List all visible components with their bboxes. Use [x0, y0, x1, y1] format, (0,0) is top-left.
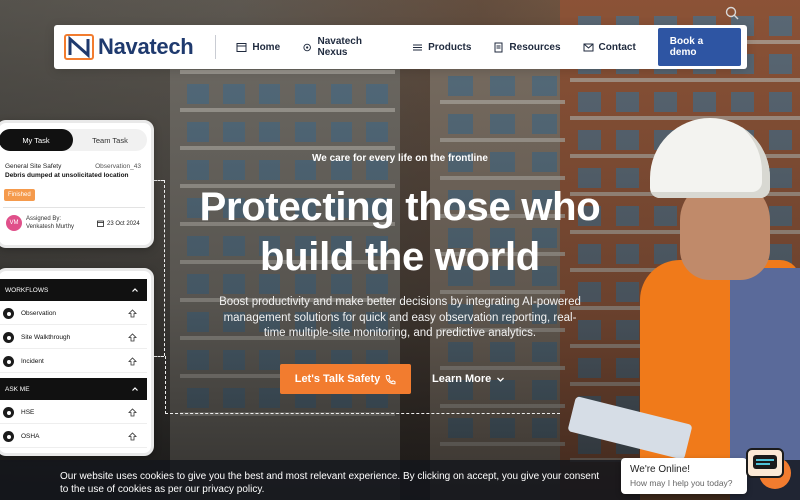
- workflows-header[interactable]: WORKFLOWS: [0, 279, 147, 301]
- menu-icon: [413, 44, 423, 50]
- workflow-icon: [3, 308, 14, 319]
- nav-item-home[interactable]: Home: [236, 42, 280, 53]
- tab-my-task[interactable]: My Task: [0, 129, 73, 151]
- ask-me-label: HSE: [21, 409, 35, 416]
- nav-item-contact[interactable]: Contact: [583, 42, 636, 53]
- status-badge: Finished: [4, 189, 35, 201]
- home-icon: [236, 42, 247, 52]
- chevron-down-icon: [497, 377, 505, 382]
- action-icon: [128, 432, 137, 441]
- assigned-by-name: Venkatesh Murthy: [26, 224, 75, 230]
- nav-label: Navatech Nexus: [317, 36, 362, 58]
- observation-description: Debris dumped at unsolicitated location: [5, 172, 129, 179]
- chat-popup[interactable]: We're Online! How may I help you today?: [621, 458, 747, 494]
- ask-me-item-osha[interactable]: OSHA: [0, 426, 147, 448]
- tab-team-task[interactable]: Team Task: [73, 129, 147, 151]
- action-icon: [128, 309, 137, 318]
- nav-item-navatech-nexus[interactable]: Navatech Nexus: [302, 36, 390, 58]
- assigned-by-label: Assigned By:: [26, 216, 62, 222]
- main-navbar: Navatech Home Navatech Nexus Products Re…: [54, 25, 747, 69]
- chevron-up-icon: [132, 288, 138, 292]
- ask-me-header[interactable]: ASK ME: [0, 378, 147, 400]
- nav-item-resources[interactable]: Resources: [493, 41, 561, 53]
- cta-label: Let's Talk Safety: [294, 373, 381, 385]
- workflows-title: WORKFLOWS: [5, 286, 49, 294]
- phone-icon: [385, 374, 396, 384]
- hero-subtext: Boost productivity and make better decis…: [219, 296, 581, 339]
- connector-line: [154, 180, 164, 181]
- hero-headline: Protecting those who build the world: [175, 182, 625, 282]
- workflow-icon: [3, 356, 14, 367]
- divider: [3, 207, 145, 208]
- date-text: 23 Oct 2024: [107, 220, 140, 227]
- task-tabs: My Task Team Task: [0, 129, 147, 151]
- hero-tagline: We care for every life on the frontline: [312, 153, 488, 164]
- cookie-text: Our website uses cookies to give you the…: [60, 471, 600, 495]
- ask-me-icon: [3, 431, 14, 442]
- lets-talk-safety-button[interactable]: Let's Talk Safety: [280, 364, 411, 394]
- nav-label: Resources: [509, 41, 561, 53]
- nav-label: Home: [252, 41, 281, 53]
- action-icon: [128, 357, 137, 366]
- headline-line-2: build the world: [260, 235, 540, 279]
- nav-label: Contact: [598, 41, 636, 53]
- navatech-logo[interactable]: Navatech: [64, 34, 205, 60]
- document-icon: [494, 42, 503, 52]
- learn-more-button[interactable]: Learn More: [432, 364, 505, 394]
- ask-me-item-hse[interactable]: HSE: [0, 402, 147, 424]
- workflow-label: Incident: [21, 358, 44, 365]
- ask-me-icon: [3, 407, 14, 418]
- workflow-icon: [3, 332, 14, 343]
- observation-id: Observation_43: [95, 163, 141, 170]
- nav-item-products[interactable]: Products: [412, 42, 471, 53]
- due-date: 23 Oct 2024: [97, 220, 140, 227]
- logo-divider: [215, 35, 217, 59]
- ask-me-title: ASK ME: [5, 385, 30, 393]
- logo-mark-icon: [64, 34, 94, 60]
- connector-line: [165, 356, 166, 414]
- chevron-up-icon: [132, 387, 138, 391]
- connector-line: [154, 356, 164, 357]
- connector-line: [164, 180, 165, 356]
- search-icon[interactable]: [725, 6, 739, 20]
- workflow-card: WORKFLOWS Observation Site Walkthrough I…: [0, 268, 154, 456]
- nav-label: Products: [428, 41, 472, 53]
- action-icon: [128, 408, 137, 417]
- mail-icon: [583, 43, 594, 51]
- workflow-label: Site Walkthrough: [21, 334, 71, 341]
- chat-subtitle: How may I help you today?: [630, 478, 733, 488]
- ask-me-label: OSHA: [21, 433, 40, 440]
- chatbot-icon[interactable]: [745, 445, 793, 493]
- book-demo-button[interactable]: Book a demo: [657, 28, 741, 66]
- avatar: VM: [6, 215, 22, 231]
- action-icon: [128, 333, 137, 342]
- headline-line-1: Protecting those who: [199, 185, 601, 229]
- learn-more-label: Learn More: [432, 373, 492, 385]
- connector-line: [165, 413, 560, 414]
- nexus-icon: [303, 43, 312, 51]
- workflow-label: Observation: [21, 310, 57, 317]
- calendar-icon: [97, 220, 104, 227]
- task-card: My Task Team Task General Site Safety Ob…: [0, 120, 154, 248]
- workflow-item-observation[interactable]: Observation: [0, 303, 147, 325]
- chat-title: We're Online!: [630, 464, 691, 475]
- logo-text: Navatech: [98, 34, 194, 59]
- workflow-item-site-walkthrough[interactable]: Site Walkthrough: [0, 327, 147, 349]
- workflow-item-incident[interactable]: Incident: [0, 351, 147, 373]
- observation-title: General Site Safety: [5, 163, 62, 170]
